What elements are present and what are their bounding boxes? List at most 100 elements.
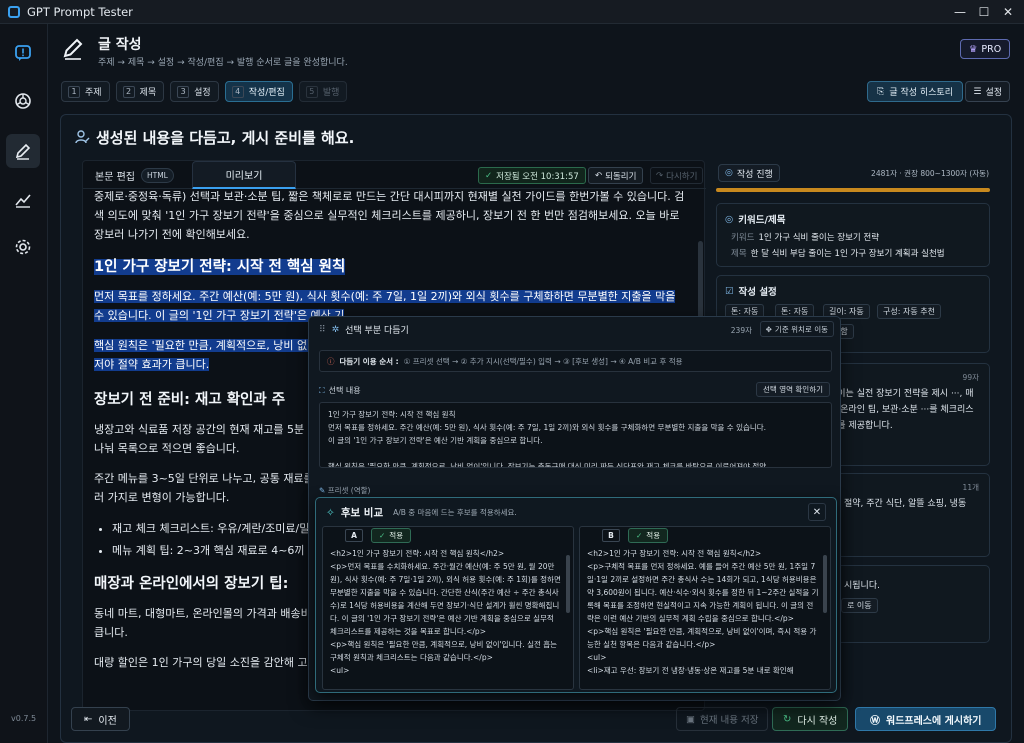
step-label: 제목 <box>139 88 157 98</box>
html-badge: HTML <box>140 167 174 183</box>
maximize-icon[interactable]: ☐ <box>972 0 996 24</box>
sidebar-item-stats[interactable] <box>6 182 40 216</box>
candidate-a-badge: A <box>345 529 363 542</box>
back-icon: ⇤ <box>84 713 93 725</box>
keywords-text: 절약, 주간 식단, 알뜰 쇼핑, 냉동 <box>844 499 967 509</box>
step-tabs: 1 주제 2 제목 3 설정 4 작성/편집 5 발행 <box>61 81 348 102</box>
check-icon: ✓ <box>636 531 643 540</box>
history-icon: ⎘ <box>877 86 885 97</box>
rewrite-label: 다시 작성 <box>797 715 838 727</box>
candidate-b-text[interactable]: <h2>1인 가구 장보기 전략: 시작 전 핵심 원칙</h2> <p>구체적… <box>587 547 819 687</box>
notice-button[interactable]: 로 이동 <box>841 598 878 613</box>
tab-edit-html[interactable]: 본문 편집 HTML <box>95 161 174 189</box>
selection-content[interactable]: 1인 가구 장보기 전략: 시작 전 핵심 원칙 먼저 목표를 정하세요. 주간… <box>319 402 832 468</box>
selection-icon: ⛶ <box>319 385 325 395</box>
step-settings[interactable]: 3 설정 <box>170 81 219 102</box>
tab-preview-label: 미리보기 <box>225 171 263 182</box>
wand-icon: ✎ <box>319 486 326 495</box>
tab-edit-label: 본문 편집 <box>95 171 135 183</box>
selection-line: 먼저 목표를 정하세요. 주간 예산(예: 5만 원), 식사 횟수(예: 주 … <box>328 423 767 432</box>
history-button[interactable]: ⎘ 글 작성 히스토리 <box>867 81 963 102</box>
preset-label: ✎ 프리셋 (역할) <box>319 485 370 496</box>
page-header: 글 작성 주제 → 제목 → 설정 → 작성/편집 → 발행 순서로 글을 완성… <box>48 24 1024 76</box>
publish-wordpress-button[interactable]: Ⓦ 워드프레스에 게시하기 <box>855 707 997 731</box>
candidate-a-scrollbar[interactable] <box>566 555 570 613</box>
step-title[interactable]: 2 제목 <box>115 81 165 102</box>
candidate-b-scrollbar[interactable] <box>823 555 827 613</box>
step-topic[interactable]: 1 주제 <box>61 81 110 102</box>
chat-alert-icon <box>15 45 31 61</box>
step-label: 설정 <box>194 88 211 98</box>
title-bar: GPT Prompt Tester — ☐ ✕ <box>0 0 1024 24</box>
candidate-b-badge: B <box>602 529 620 542</box>
preset-label-text: 프리셋 (역할) <box>327 486 371 495</box>
check-icon: ✓ <box>485 170 493 181</box>
write-settings-heading: ☑ 작성 설정 <box>725 284 777 299</box>
step-label: 주제 <box>85 88 102 98</box>
compare-subtitle: A/B 중 마음에 드는 후보를 적용하세요. <box>393 508 517 517</box>
step-write-edit[interactable]: 4 작성/편집 <box>224 81 293 102</box>
dialog-title: ⠿ ✲ 선택 부분 다듬기 <box>319 323 409 337</box>
undo-button[interactable]: ↶ 되돌리기 <box>588 167 644 184</box>
app-title: GPT Prompt Tester <box>27 4 133 19</box>
step-num: 4 <box>231 85 244 98</box>
sliders-icon: ☰ <box>973 86 982 97</box>
compare-title: ✧ 후보 비교 A/B 중 마음에 드는 후보를 적용하세요. <box>326 505 517 520</box>
usage-steps: ⓘ 다듬기 이용 순서 : ① 프리셋 선택 → ② 추가 지시(선택/필수) … <box>319 350 832 372</box>
summary-text: 줄이는 실전 장보기 전략을 제시 ···, 매장·온라인 팁, 보관·소분 ·… <box>829 389 974 431</box>
preview-text: 큽니다. <box>94 626 128 639</box>
apply-label: 적용 <box>389 531 404 540</box>
redo-button[interactable]: ↷ 다시하기 <box>650 167 704 184</box>
save-current-button[interactable]: ▣ 현재 내용 저장 <box>676 707 769 731</box>
history-label: 글 작성 히스토리 <box>889 88 953 98</box>
step-label: 작성/편집 <box>248 88 285 98</box>
settings-button[interactable]: ☰ 설정 <box>965 81 1010 102</box>
saved-label: 저장됨 오전 10:31:57 <box>496 171 579 182</box>
usage-text: ① 프리셋 선택 → ② 추가 지시(선택/필수) 입력 → ③ [후보 생성]… <box>403 356 683 366</box>
move-to-anchor-button[interactable]: ✥ 기준 위치로 이동 <box>759 321 834 337</box>
sidebar-item-prompt[interactable] <box>6 36 40 70</box>
target-icon: ◎ <box>725 168 733 178</box>
candidate-a-panel: A ✓ 적용 <h2>1인 가구 장보기 전략: 시작 전 핵심 원칙</h2>… <box>322 526 574 690</box>
keyword-label: 키워드 <box>731 233 755 243</box>
undo-icon: ↶ <box>595 170 603 181</box>
apply-a-button[interactable]: ✓ 적용 <box>371 528 412 543</box>
move-label: 기준 위치로 이동 <box>774 324 828 334</box>
apply-label: 적용 <box>646 531 661 540</box>
preview-text: 주간 메뉴를 3~5일 단위로 나누고, 공통 재료를 <box>94 472 314 485</box>
prev-label: 이전 <box>98 715 117 727</box>
info-icon: ⓘ <box>327 356 335 366</box>
dialog-title-label: 선택 부분 다듬기 <box>345 326 409 336</box>
close-button[interactable]: ✕ <box>808 503 826 521</box>
usage-label: 다듬기 이용 순서 : <box>339 356 399 366</box>
sidebar-item-write[interactable] <box>6 134 40 168</box>
keywords-title-box: ◎ 키워드/제목 키워드 1인 가구 식비 줄이는 장보기 전략 제목 한 달 식비 … <box>716 203 990 267</box>
check-selection-button[interactable]: 선택 영역 확인하기 <box>756 382 830 397</box>
settings-label: 설정 <box>985 88 1002 98</box>
keyword-row: 키워드 1인 가구 식비 줄이는 장보기 전략 <box>731 231 879 243</box>
selection-label-text: 선택 내용 <box>328 386 361 395</box>
apply-b-button[interactable]: ✓ 적용 <box>628 528 669 543</box>
progress-badge: ◎ 작성 진행 <box>718 164 780 182</box>
preview-heading: 1인 가구 장보기 전략: 시작 전 핵심 원칙 <box>94 255 686 279</box>
pro-button[interactable]: ♛ PRO <box>960 39 1010 59</box>
minimize-icon[interactable]: — <box>948 0 972 24</box>
tab-preview[interactable]: 미리보기 <box>192 161 296 189</box>
sidebar-item-settings[interactable] <box>6 230 40 264</box>
keywords-count: 11개 <box>962 483 979 492</box>
title-row: 제목 한 달 식비 부담 줄이는 1인 가구 장보기 계획과 실천법 <box>731 247 945 259</box>
rewrite-button[interactable]: ↻ 다시 작성 <box>772 707 849 731</box>
close-icon[interactable]: ✕ <box>996 0 1020 24</box>
chart-icon <box>15 194 31 208</box>
step-publish[interactable]: 5 발행 <box>298 81 348 102</box>
checkbox-icon: ☑ <box>725 285 734 297</box>
sidebar: v0.7.5 <box>0 24 48 743</box>
sidebar-item-openai[interactable] <box>6 84 40 118</box>
openai-icon <box>15 93 31 109</box>
prev-button[interactable]: ⇤ 이전 <box>71 707 130 731</box>
window-controls: — ☐ ✕ <box>948 0 1020 24</box>
save-label: 현재 내용 저장 <box>699 715 759 726</box>
step-num: 2 <box>122 85 135 98</box>
candidate-a-text[interactable]: <h2>1인 가구 장보기 전략: 시작 전 핵심 원칙</h2> <p>먼저 … <box>330 547 562 687</box>
drag-handle-icon[interactable]: ⠿ <box>319 325 326 335</box>
